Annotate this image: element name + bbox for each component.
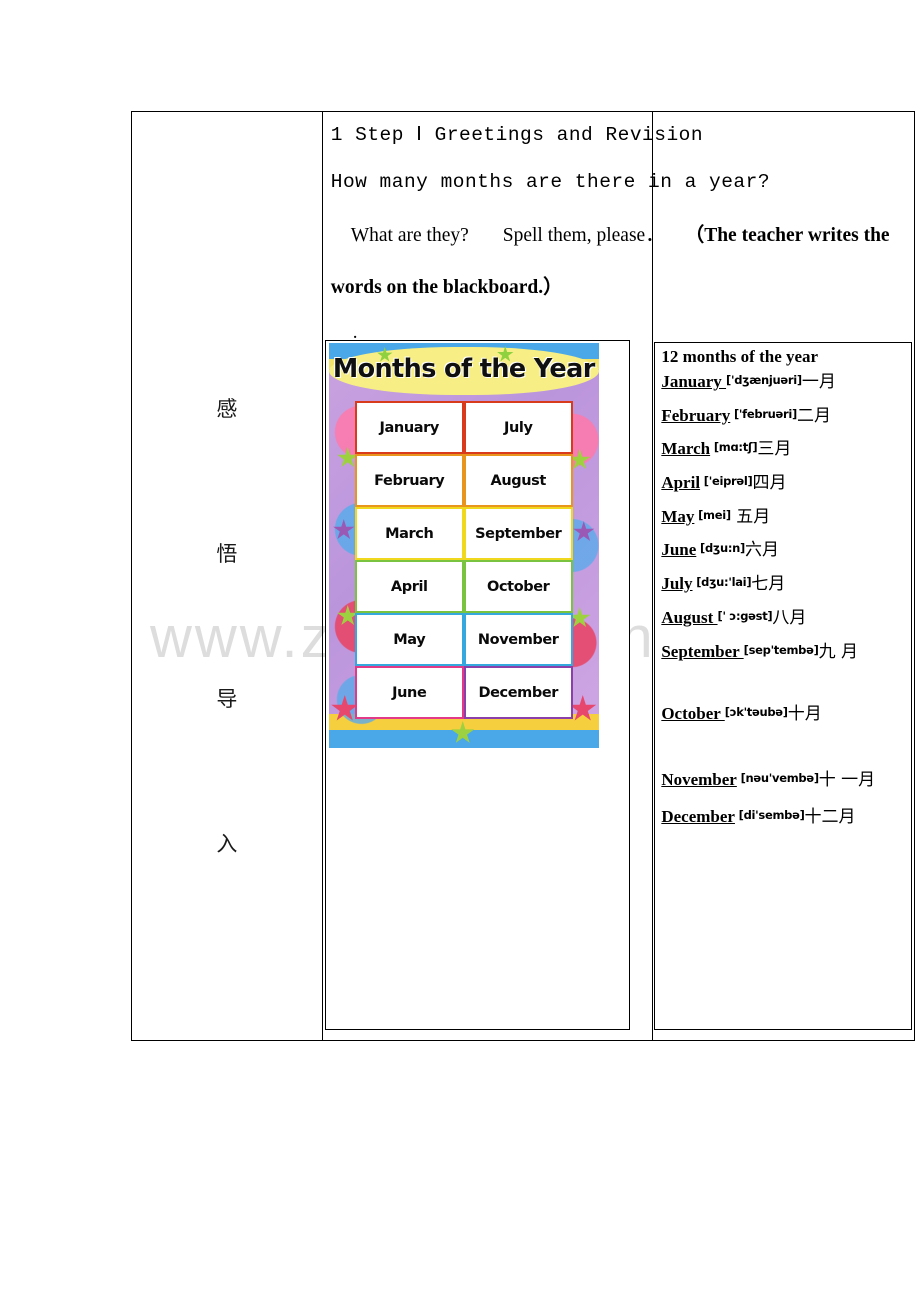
month-name: January xyxy=(661,372,727,391)
month-name: April xyxy=(661,473,701,493)
month-entry-march: March [mɑ:tʃ]三月 xyxy=(661,440,911,459)
month-ipa: [dʒu:n] xyxy=(696,541,745,556)
stage-char-4: 入 xyxy=(216,832,238,856)
month-entry-july: July [dʒu:'lai]七月 xyxy=(661,574,911,595)
month-name: June xyxy=(661,540,697,560)
month-ipa: [sep'tembə] xyxy=(743,642,819,657)
month-entry-october: October [ɔk'təubə]十月 xyxy=(661,704,911,725)
months-of-the-year-poster-image: Months of the Year January July February… xyxy=(328,343,599,748)
poster-title: Months of the Year xyxy=(332,354,595,384)
star-icon xyxy=(451,721,475,743)
spell-them-text: Spell them, please． xyxy=(502,225,665,246)
poster-month-cell: June xyxy=(354,666,464,719)
month-chinese: 八月 xyxy=(772,607,807,628)
month-ipa: [ɔk'təubə] xyxy=(724,705,788,720)
month-entry-december: December [di'sembə]十二月 xyxy=(661,806,911,827)
month-entry-june: June [dʒu:n]六月 xyxy=(661,541,911,560)
month-chinese: 七月 xyxy=(751,574,786,595)
step-heading: 1 Step Ⅰ Greetings and Revision xyxy=(330,124,704,146)
month-ipa: ['dʒænjuəri] xyxy=(726,373,802,387)
month-entry-september: September [sep'tembə]九 月 xyxy=(661,641,911,662)
poster-month-cell: July xyxy=(463,401,573,454)
stage-char-2: 悟 xyxy=(216,542,238,566)
month-name: November xyxy=(661,769,737,789)
month-chinese: 一月 xyxy=(801,372,836,392)
month-name: August xyxy=(661,607,718,627)
intro-text-block: 1 Step Ⅰ Greetings and Revision How many… xyxy=(331,122,920,344)
poster-frame: Months of the Year January July February… xyxy=(324,340,630,1030)
month-entry-february: February ['februəri]二月 xyxy=(661,405,911,426)
star-icon xyxy=(573,521,595,542)
stage-char-1: 感 xyxy=(216,397,238,421)
month-chinese: 十 一月 xyxy=(818,769,876,790)
month-ipa: [nəu'vembə] xyxy=(736,770,820,785)
month-chinese: 三月 xyxy=(757,439,792,460)
stage-label-vertical: 感 悟 导 入 xyxy=(132,112,322,1040)
month-chinese: 六月 xyxy=(744,540,779,561)
month-entry-august: August [' ɔ:gəst]八月 xyxy=(661,607,911,628)
months-vocabulary-box: 12 months of the year January ['dʒænjuər… xyxy=(654,342,913,1030)
month-entry-may: May [mei] 五月 xyxy=(661,506,911,527)
month-entry-april: April ['eiprəl]四月 xyxy=(661,473,911,494)
month-name: July xyxy=(661,574,693,594)
poster-month-cell: February xyxy=(354,454,464,507)
star-icon xyxy=(569,695,597,721)
month-name: September xyxy=(661,641,744,661)
poster-month-cell: December xyxy=(463,666,573,719)
table-cell-content: 1 Step Ⅰ Greetings and Revision How many… xyxy=(323,112,890,1040)
question-what-are-they: What are they? Spell them, please． （The te… xyxy=(331,218,920,247)
month-entry-november: November [nəu'vembə]十 一月 xyxy=(661,768,911,793)
month-chinese: 九 月 xyxy=(818,641,858,662)
month-name: March xyxy=(661,439,711,459)
month-name: December xyxy=(661,806,735,826)
month-name: February xyxy=(661,405,731,425)
month-name: May xyxy=(661,506,695,526)
poster-month-cell: November xyxy=(463,613,573,666)
months-box-heading: 12 months of the year xyxy=(661,347,819,366)
month-chinese: 十月 xyxy=(787,704,822,725)
month-chinese: 十二月 xyxy=(804,806,856,827)
month-name: October xyxy=(661,704,725,724)
poster-month-cell: October xyxy=(463,560,573,613)
month-ipa: [' ɔ:gəst] xyxy=(717,608,773,623)
lesson-plan-table: 感 悟 导 入 1 Step Ⅰ Greetings and Revision … xyxy=(131,111,915,1041)
month-ipa: [mɑ:tʃ] xyxy=(710,440,758,455)
teacher-note-part2: words on the blackboard.） xyxy=(330,277,563,298)
month-chinese: 二月 xyxy=(797,405,832,426)
month-ipa: [mei] xyxy=(694,507,731,522)
poster-month-cell: May xyxy=(354,613,464,666)
what-are-they-text: What are they? xyxy=(350,225,469,246)
month-ipa: [dʒu:'lai] xyxy=(692,575,752,590)
question-how-many-months: How many months are there in a year? xyxy=(330,171,771,193)
month-ipa: ['februəri] xyxy=(730,406,798,421)
teacher-note-line2: words on the blackboard.） xyxy=(331,270,920,299)
poster-month-grid: January July February August March Septe… xyxy=(354,401,573,719)
poster-month-cell: April xyxy=(354,560,464,613)
month-chinese: 五月 xyxy=(730,506,771,527)
month-ipa: [di'sembə] xyxy=(734,807,805,822)
poster-month-cell: September xyxy=(463,507,573,560)
table-cell-stage: 感 悟 导 入 xyxy=(132,112,323,1040)
teacher-note-part1: （The teacher writes the xyxy=(684,225,890,246)
month-entry-january: January ['dʒænjuəri]一月 xyxy=(661,372,911,392)
month-ipa: ['eiprəl] xyxy=(700,474,753,489)
star-icon xyxy=(333,519,355,540)
month-chinese: 四月 xyxy=(752,473,787,494)
stage-char-3: 导 xyxy=(216,687,238,711)
poster-month-cell: January xyxy=(354,401,464,454)
poster-month-cell: August xyxy=(463,454,573,507)
poster-month-cell: March xyxy=(354,507,464,560)
